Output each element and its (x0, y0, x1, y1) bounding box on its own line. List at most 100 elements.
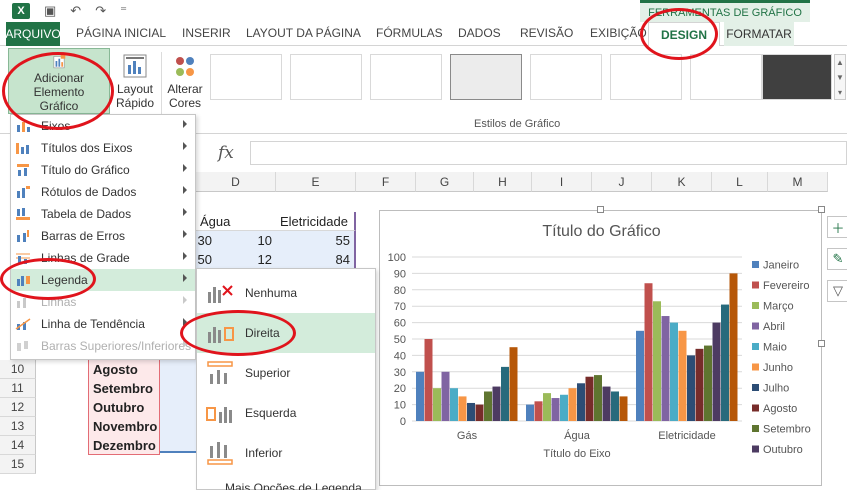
chart-style-thumb-1[interactable] (210, 54, 282, 100)
menu-item-label: Títulos dos Eixos (41, 141, 133, 155)
row-header-10[interactable]: 10 (0, 360, 36, 379)
chart-bar (475, 404, 484, 421)
cell-month[interactable]: Dezembro (88, 436, 160, 455)
menu-item-label: Barras Superiores/Inferiores (41, 339, 192, 353)
save-icon[interactable]: ▣ (44, 3, 56, 19)
chart-style-thumb-2[interactable] (290, 54, 362, 100)
chart-bar (602, 386, 611, 421)
column-header-f[interactable]: F (356, 172, 416, 192)
chart-bar (501, 366, 509, 421)
menu-item-data-table[interactable]: Tabela de Dados (11, 203, 195, 225)
legend-entry: Junho (763, 362, 793, 374)
menu-item-error-bars[interactable]: Barras de Erros (11, 225, 195, 247)
legend-top-icon (207, 361, 233, 384)
column-header-e[interactable]: E (276, 172, 356, 192)
tab-home[interactable]: PÁGINA INICIAL (76, 26, 166, 40)
cell-d-value[interactable]: 10 (216, 231, 276, 250)
formula-input[interactable] (250, 141, 847, 165)
chart-styles-brush-icon[interactable]: ✎ (827, 248, 847, 270)
palette-icon (176, 57, 194, 76)
column-header-i[interactable]: I (532, 172, 592, 192)
legend-swatch (752, 384, 759, 391)
menu-item-axis-titles[interactable]: Títulos dos Eixos (11, 137, 195, 159)
chart-elements-plus-icon[interactable]: ＋ (827, 216, 847, 238)
change-colors-button[interactable]: Alterar Cores (164, 48, 206, 114)
row-header-14[interactable]: 14 (0, 436, 36, 455)
quick-layout-button[interactable]: Layout Rápido (112, 48, 158, 114)
column-header-l[interactable]: L (712, 172, 768, 192)
gallery-scroll[interactable]: ▲ ▼ ▾ (834, 54, 846, 100)
menu-item-trendline[interactable]: Linha de Tendência (11, 313, 195, 335)
cell-c-value[interactable]: 50 (196, 250, 216, 269)
cell-e-header[interactable]: Eletricidade (276, 212, 356, 231)
more-legend-options-link[interactable]: Mais Opções de Legenda... (225, 481, 372, 490)
cell-d-value[interactable]: 12 (216, 250, 276, 269)
column-header-h[interactable]: H (474, 172, 532, 192)
tab-insert[interactable]: INSERIR (182, 26, 231, 40)
column-header-g[interactable]: G (416, 172, 474, 192)
tab-file[interactable]: ARQUIVO (5, 22, 61, 46)
chart-style-thumb-5[interactable] (530, 54, 602, 100)
quick-layout-label-2: Rápido (115, 96, 155, 110)
chart-plot: 0 10 20 30 40 50 60 70 80 90 100 Gás Água Eletricidad… (388, 252, 811, 460)
chart-style-thumb-3[interactable] (370, 54, 442, 100)
legend-option-top[interactable]: Superior (197, 353, 375, 393)
tab-review[interactable]: REVISÃO (520, 26, 573, 40)
annotation-circle (0, 258, 96, 300)
insert-function-icon[interactable]: fx (218, 143, 234, 163)
row-header-11[interactable]: 11 (0, 379, 36, 398)
cell-d-header[interactable]: Água (196, 212, 276, 231)
chart-bar (450, 388, 458, 421)
chart-resize-handle[interactable] (818, 340, 825, 347)
menu-item-label: Tabela de Dados (41, 207, 132, 221)
chart-resize-handle[interactable] (818, 206, 825, 213)
submenu-arrow-icon (183, 186, 187, 194)
tab-data[interactable]: DADOS (458, 26, 501, 40)
chart-bar (526, 404, 534, 421)
chart-bar (678, 330, 687, 421)
chart-resize-handle[interactable] (597, 206, 604, 213)
chart-filter-icon[interactable]: ▽ (827, 280, 847, 302)
legend-entry: Janeiro (763, 260, 799, 272)
cell-month[interactable]: Agosto (88, 360, 160, 379)
customize-qat-icon[interactable]: ⁼ (120, 3, 127, 19)
chart-area[interactable]: Título do Gráfico 0 10 20 30 40 50 60 70 80 90 100… (379, 210, 822, 486)
row-header-15[interactable]: 15 (0, 455, 36, 474)
undo-icon[interactable]: ↶ (70, 3, 81, 19)
tab-page-layout[interactable]: LAYOUT DA PÁGINA (246, 26, 361, 40)
chart-bar (729, 273, 738, 421)
column-header-d[interactable]: D (196, 172, 276, 192)
tab-view[interactable]: EXIBIÇÃO (590, 26, 647, 40)
cell-e-value[interactable]: 55 (276, 231, 356, 250)
column-header-m[interactable]: M (768, 172, 828, 192)
column-header-k[interactable]: K (652, 172, 712, 192)
cell-c-value[interactable]: 30 (196, 231, 216, 250)
cell-month[interactable]: Outubro (88, 398, 160, 417)
chart-style-thumb-7[interactable] (690, 54, 762, 100)
data-labels-icon (17, 186, 30, 198)
add-chart-element-menu: Eixos Títulos dos Eixos Título do Gráfic… (10, 114, 196, 360)
chart-style-thumb-4[interactable] (450, 54, 522, 100)
chart-bar (585, 376, 594, 421)
menu-item-up-down-bars: Barras Superiores/Inferiores (11, 335, 195, 357)
legend-option-label: Esquerda (245, 406, 297, 420)
tab-format[interactable]: FORMATAR (724, 22, 794, 46)
cell-data-range[interactable] (160, 360, 196, 452)
chart-style-thumb-6[interactable] (610, 54, 682, 100)
legend-option-none[interactable]: Nenhuma (197, 273, 375, 313)
menu-item-data-labels[interactable]: Rótulos de Dados (11, 181, 195, 203)
tab-formulas[interactable]: FÓRMULAS (376, 26, 443, 40)
chart-style-thumb-8[interactable] (762, 54, 832, 100)
cell-month[interactable]: Novembro (88, 417, 160, 436)
redo-icon[interactable]: ↷ (95, 3, 106, 19)
cell-month[interactable]: Setembro (88, 379, 160, 398)
row-header-12[interactable]: 12 (0, 398, 36, 417)
legend-option-left[interactable]: Esquerda (197, 393, 375, 433)
row-header-13[interactable]: 13 (0, 417, 36, 436)
column-header-j[interactable]: J (592, 172, 652, 192)
chart-bar (543, 393, 551, 421)
legend-option-bottom[interactable]: Inferior (197, 433, 375, 473)
cell-e-value[interactable]: 84 (276, 250, 356, 269)
menu-item-chart-title[interactable]: Título do Gráfico (11, 159, 195, 181)
quick-layout-icon (123, 54, 147, 78)
